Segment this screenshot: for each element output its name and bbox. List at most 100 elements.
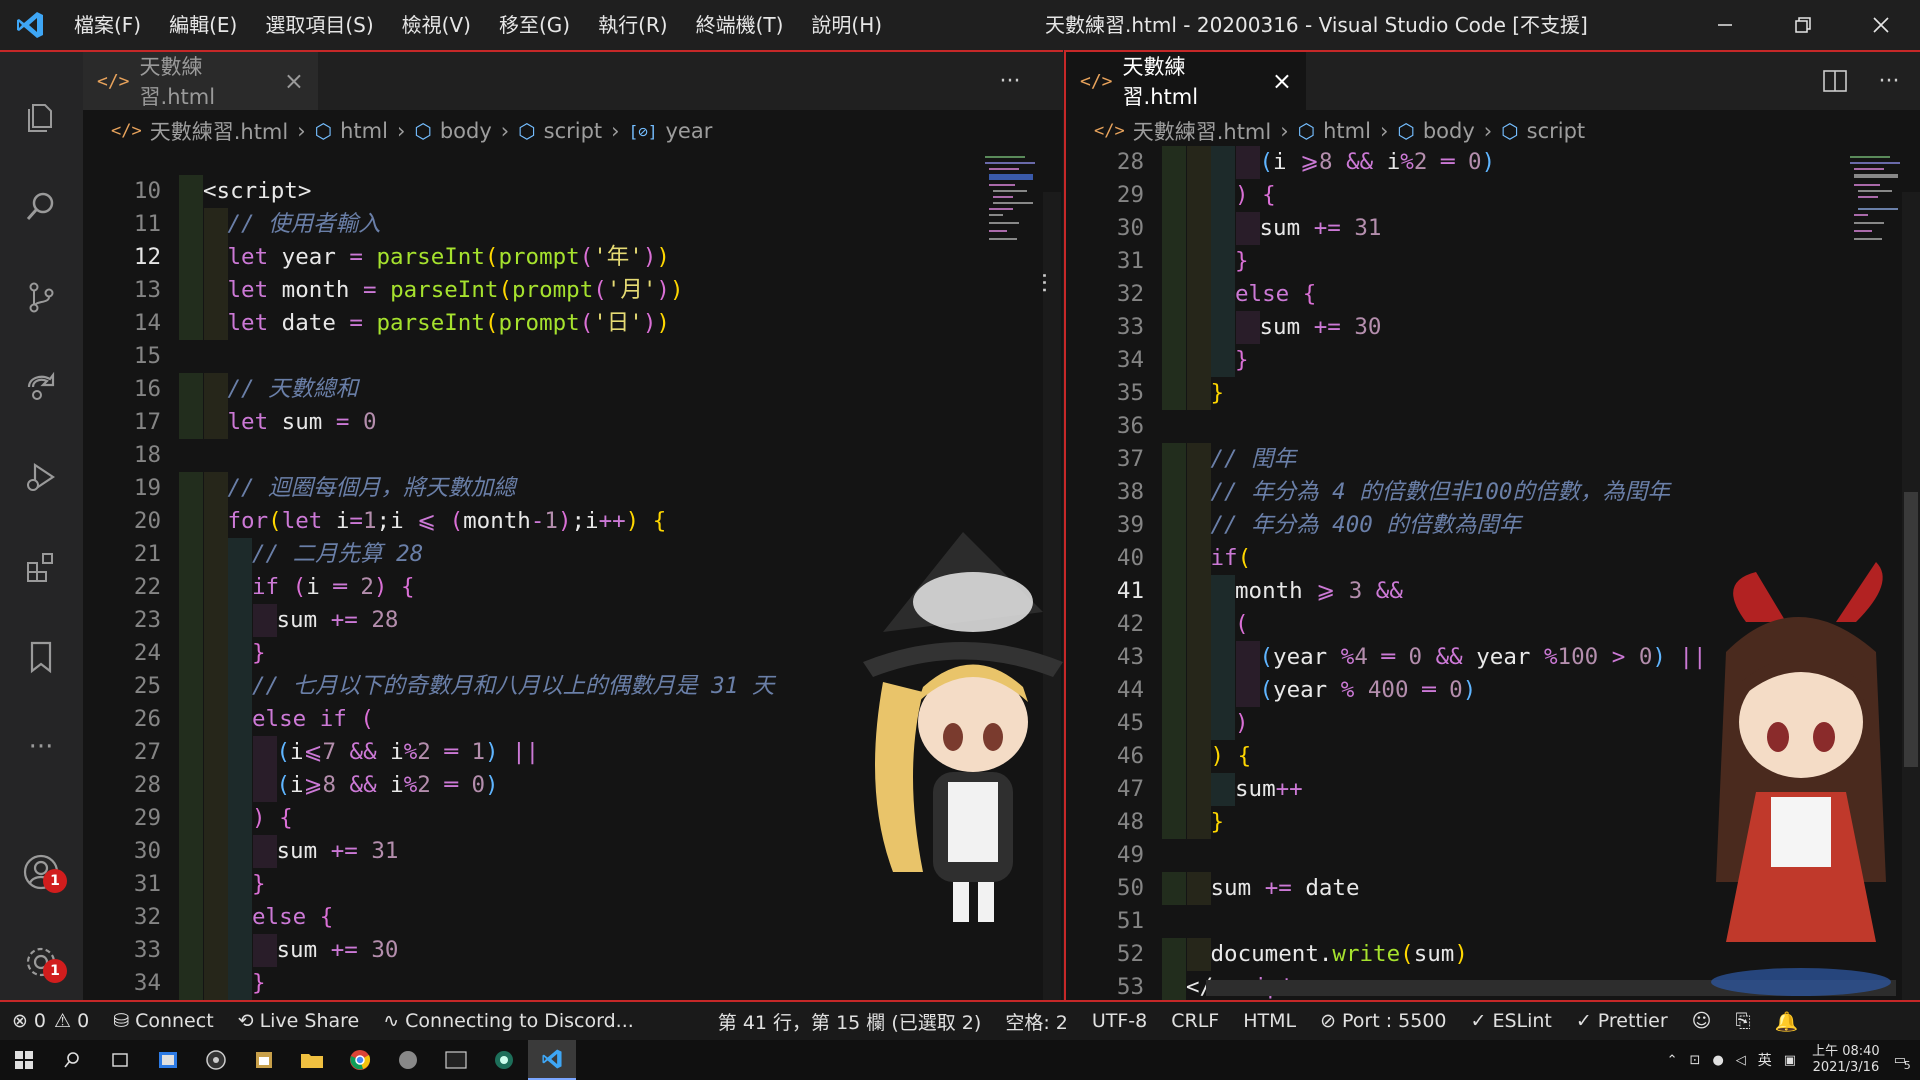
breadcrumb-script[interactable]: ⬡ script [518, 119, 602, 143]
code-line[interactable]: 34} [1066, 344, 1920, 377]
code-line[interactable]: 29) { [1066, 179, 1920, 212]
live-share-button[interactable]: ⟲ Live Share [226, 1002, 372, 1040]
extensions-icon[interactable] [16, 542, 66, 592]
code-line[interactable]: 28 (i ⩾8 && i%2 ═ 0) [1066, 146, 1920, 179]
code-line[interactable]: 14 let date = parseInt(prompt('日')) [83, 307, 1063, 340]
code-line[interactable]: 13 let month = parseInt(prompt('月')) [83, 274, 1063, 307]
eslint-status[interactable]: ✓ ESLint [1459, 1002, 1564, 1040]
code-line[interactable]: 12 let year = parseInt(prompt('年')) [83, 240, 1063, 275]
file-explorer-icon[interactable] [288, 1040, 336, 1080]
menu-go[interactable]: 移至(G) [485, 0, 584, 50]
taskbar-app-icon[interactable] [480, 1040, 528, 1080]
terminal-icon[interactable] [432, 1040, 480, 1080]
encoding[interactable]: UTF-8 [1080, 1002, 1159, 1040]
bell-icon[interactable]: 🔔 [1763, 1002, 1811, 1040]
left-editor-group: </> 天數練習.html × ··· </> 天數練習.html › ⬡ html… [83, 50, 1063, 1002]
bookmark-icon[interactable] [16, 632, 66, 682]
breadcrumb-html[interactable]: ⬡ html [1298, 119, 1371, 143]
problems-indicator[interactable]: ⊗ 0 ⚠ 0 [0, 1002, 101, 1040]
tab-close-icon[interactable]: × [1272, 67, 1292, 95]
source-control-icon[interactable] [16, 272, 66, 322]
taskbar-app-icon[interactable] [240, 1040, 288, 1080]
indentation[interactable]: 空格: 2 [993, 1002, 1080, 1040]
restore-button[interactable] [1764, 0, 1842, 50]
code-line[interactable]: 18 [83, 439, 1063, 472]
windows-start-icon[interactable] [0, 1040, 48, 1080]
more-actions-icon[interactable]: ··· [987, 52, 1033, 110]
code-line[interactable]: 31} [1066, 245, 1920, 278]
menu-view[interactable]: 檢視(V) [388, 0, 485, 50]
code-line[interactable]: 10 <script> [83, 175, 1063, 208]
remote-explorer-icon[interactable]: ⎘ [1723, 1002, 1762, 1040]
menu-help[interactable]: 說明(H) [797, 0, 896, 50]
more-actions-icon[interactable]: ··· [1866, 52, 1912, 110]
menu-selection[interactable]: 選取項目(S) [251, 0, 387, 50]
code-line[interactable]: 16 // 天數總和 [83, 373, 1063, 406]
code-line[interactable]: 36 [1066, 410, 1920, 443]
close-window-button[interactable] [1842, 0, 1920, 50]
breadcrumb-script[interactable]: ⬡ script [1501, 119, 1585, 143]
chevron-up-icon[interactable]: ⌃ [1667, 1053, 1678, 1068]
taskbar-search-icon[interactable] [48, 1040, 96, 1080]
indent-guide [1186, 344, 1211, 377]
minimize-button[interactable] [1686, 0, 1764, 50]
taskbar-app-icon[interactable] [144, 1040, 192, 1080]
search-icon[interactable] [16, 182, 66, 232]
code-line[interactable]: 30 sum += 31 [1066, 212, 1920, 245]
breadcrumb-file[interactable]: </> 天數練習.html [1094, 116, 1271, 146]
scrollbar-thumb[interactable] [1904, 492, 1918, 767]
code-line[interactable]: 15 [83, 340, 1063, 373]
remote-icon[interactable] [16, 362, 66, 412]
task-view-icon[interactable] [96, 1040, 144, 1080]
code-line[interactable]: 32 else { [1066, 278, 1920, 311]
line-ending[interactable]: CRLF [1159, 1002, 1231, 1040]
taskbar-obs-icon[interactable] [192, 1040, 240, 1080]
cursor-position[interactable]: 第 41 行，第 15 欄 (已選取 2) [706, 1002, 994, 1040]
prettier-status[interactable]: ✓ Prettier [1564, 1002, 1680, 1040]
microphone-icon[interactable]: ● [1712, 1053, 1723, 1068]
connect-button[interactable]: ⛁ Connect [101, 1002, 225, 1040]
keyboard-icon[interactable]: ▣ [1784, 1053, 1796, 1068]
code-line[interactable]: 34} [83, 967, 1063, 1000]
run-debug-icon[interactable] [16, 452, 66, 502]
code-line[interactable]: 37 // 閏年 [1066, 443, 1920, 476]
clock[interactable]: 上午 08:40 2021/3/16 [1812, 1044, 1880, 1076]
code-line[interactable]: 17 let sum = 0 [83, 406, 1063, 439]
breadcrumb-body[interactable]: ⬡ body [414, 119, 491, 143]
code-line[interactable]: 11 // 使用者輸入 [83, 208, 1063, 241]
code-line[interactable]: 39 // 年分為 400 的倍數為閏年 [1066, 509, 1920, 542]
code-line[interactable]: 35} [1066, 377, 1920, 410]
more-icon[interactable]: ··· [16, 722, 66, 772]
breadcrumb-file[interactable]: </> 天數練習.html [111, 116, 288, 146]
tab-close-icon[interactable]: × [284, 67, 304, 95]
volume-icon[interactable]: ◁ [1736, 1053, 1746, 1068]
notifications-icon[interactable]: ▭ 5 [1894, 1053, 1911, 1072]
left-tab-file[interactable]: </> 天數練習.html × [83, 52, 318, 110]
ime-indicator[interactable]: 英 [1758, 1050, 1772, 1070]
code-line[interactable]: 19 // 迴圈每個月，將天數加總 [83, 472, 1063, 505]
code-line[interactable]: 33 sum += 30 [1066, 311, 1920, 344]
network-icon[interactable]: ⊡ [1690, 1053, 1701, 1068]
language-mode[interactable]: HTML [1231, 1002, 1308, 1040]
right-tab-file[interactable]: </> 天數練習.html × [1066, 52, 1306, 110]
breadcrumb-html[interactable]: ⬡ html [315, 119, 388, 143]
feedback-icon[interactable]: ☺ [1680, 1002, 1724, 1040]
menu-run[interactable]: 執行(R) [584, 0, 682, 50]
right-minimap[interactable] [1848, 152, 1908, 262]
vscode-taskbar-icon[interactable] [528, 1040, 576, 1080]
code-line[interactable]: 38 // 年分為 4 的倍數但非100的倍數，為閏年 [1066, 476, 1920, 509]
chrome-icon[interactable] [336, 1040, 384, 1080]
breadcrumb-body[interactable]: ⬡ body [1397, 119, 1474, 143]
taskbar-app-icon[interactable] [384, 1040, 432, 1080]
left-minimap[interactable] [983, 152, 1043, 262]
line-number: 22 [133, 574, 161, 600]
menu-terminal[interactable]: 終端機(T) [682, 0, 798, 50]
split-editor-icon[interactable] [1812, 52, 1858, 110]
explorer-icon[interactable] [16, 92, 66, 142]
breadcrumb-year[interactable]: [⊘] year [629, 119, 713, 143]
menu-file[interactable]: 檔案(F) [60, 0, 155, 50]
discord-status[interactable]: ∿ Connecting to Discord... [371, 1002, 646, 1040]
live-server-port[interactable]: ⊘ Port : 5500 [1308, 1002, 1458, 1040]
sash-handle-icon[interactable]: ⫶ [1041, 270, 1063, 300]
menu-edit[interactable]: 編輯(E) [155, 0, 251, 50]
